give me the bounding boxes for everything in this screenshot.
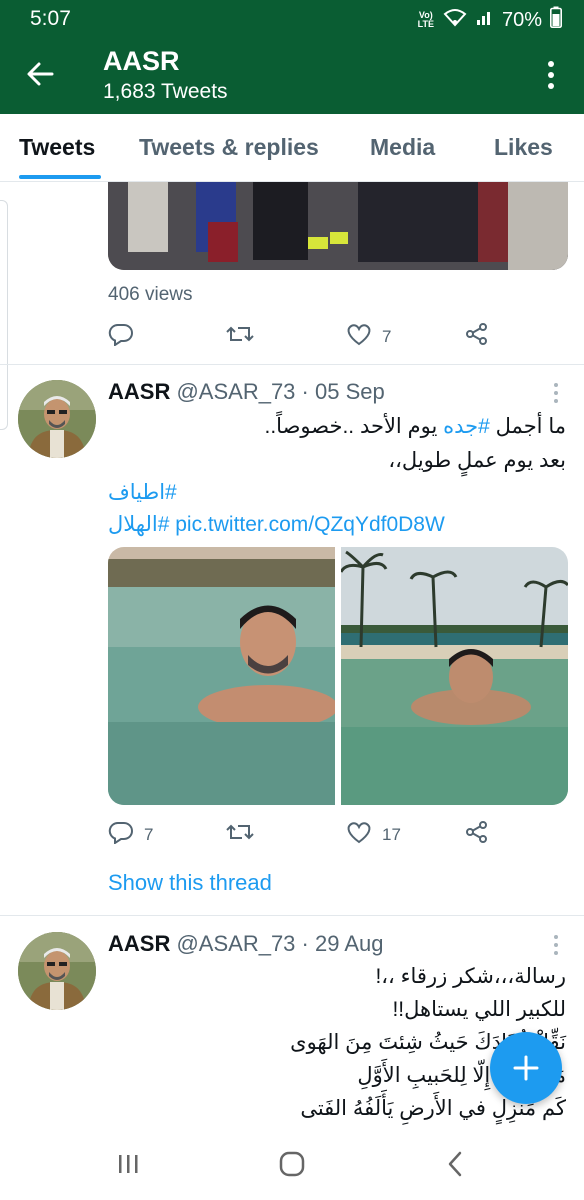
tweet-text-line: #الهلال pic.twitter.com/QZqYdf0D8W: [108, 512, 445, 537]
tweet-text-fragment: يوم الأحد ..خصوصاً..: [264, 415, 444, 438]
tweet-menu-icon[interactable]: [552, 382, 560, 404]
profile-name: AASR: [103, 46, 180, 76]
tweet-text-line: بعد يوم عملٍ طويل،،: [388, 449, 566, 472]
reply-icon: [108, 322, 134, 351]
tab-tweets[interactable]: Tweets: [19, 134, 95, 161]
compose-tweet-button[interactable]: [490, 1032, 562, 1104]
tweet-date[interactable]: · 29 Aug: [302, 931, 384, 956]
lte-indicator: Vo) LTE: [417, 10, 434, 29]
share-icon: [464, 322, 490, 351]
reply-button[interactable]: 7: [108, 820, 153, 849]
tweet-text-line: للكبير اللي يستاهل!!: [392, 998, 566, 1021]
profile-tabs: Tweets Tweets & replies Media Likes: [0, 114, 584, 182]
reply-icon: [108, 820, 134, 849]
signal-icon: [476, 8, 494, 32]
pic-link[interactable]: pic.twitter.com/QZqYdf0D8W: [175, 513, 445, 536]
reply-count: 7: [144, 824, 154, 844]
tweet-feed[interactable]: 406 views 7 AASR @ASAR_73 · 05 Sep ما أج…: [0, 182, 584, 1132]
like-count: 7: [382, 326, 392, 346]
retweet-icon: [226, 820, 254, 849]
active-tab-indicator: [19, 175, 101, 179]
author-handle[interactable]: @ASAR_73: [176, 931, 295, 956]
home-icon[interactable]: [278, 1150, 306, 1183]
back-icon[interactable]: [444, 1150, 466, 1183]
heart-icon: [346, 322, 372, 351]
video-thumbnail[interactable]: [108, 182, 568, 270]
tweet-text-line: ما أجمل #جده يوم الأحد ..خصوصاً..: [265, 414, 567, 439]
tweet-divider: [0, 915, 584, 916]
profile-header: AASR 1,683 Tweets: [0, 36, 584, 114]
author-name[interactable]: AASR: [108, 931, 170, 956]
tab-tweets-replies[interactable]: Tweets & replies: [139, 134, 319, 161]
retweet-button[interactable]: [226, 322, 254, 351]
status-icons: Vo) LTE 70%: [418, 6, 562, 34]
status-time: 5:07: [30, 7, 71, 30]
more-options-icon[interactable]: [546, 58, 556, 92]
tweet-photo-1[interactable]: [108, 547, 335, 805]
view-count: 406 views: [108, 284, 193, 305]
system-navigation-bar: [0, 1132, 584, 1200]
status-bar: 5:07 Vo) LTE 70%: [0, 0, 584, 36]
tweet-header: AASR @ASAR_73 · 05 Sep: [108, 379, 385, 405]
tweet-count: 1,683 Tweets: [103, 80, 228, 103]
tab-media[interactable]: Media: [370, 134, 435, 161]
wifi-icon: [442, 7, 468, 33]
like-count: 17: [382, 824, 401, 844]
hashtag-link[interactable]: #جده: [443, 415, 490, 438]
reply-button[interactable]: [108, 322, 134, 351]
hashtag-link[interactable]: #الهلال: [108, 513, 169, 536]
plus-icon: [510, 1052, 542, 1089]
avatar[interactable]: [18, 932, 96, 1010]
hashtag-link[interactable]: #اطياف: [108, 480, 177, 505]
back-arrow-icon[interactable]: [22, 56, 58, 92]
tweet-actions: 7: [108, 322, 508, 352]
share-icon: [464, 820, 490, 849]
tweet-header: AASR @ASAR_73 · 29 Aug: [108, 931, 384, 957]
recent-apps-icon[interactable]: [116, 1152, 140, 1181]
tab-likes[interactable]: Likes: [494, 134, 553, 161]
heart-icon: [346, 820, 372, 849]
tweet-actions: 7 17: [108, 820, 508, 850]
show-thread-link[interactable]: Show this thread: [108, 870, 272, 896]
tweet-menu-icon[interactable]: [552, 934, 560, 956]
share-button[interactable]: [464, 820, 490, 849]
battery-icon: [550, 6, 562, 34]
tweet-divider: [0, 364, 584, 365]
tweet-text-line: رسالة،،،شكر زرقاء ،،!: [375, 965, 566, 988]
author-handle[interactable]: @ASAR_73: [176, 379, 295, 404]
retweet-icon: [226, 322, 254, 351]
avatar[interactable]: [18, 380, 96, 458]
share-button[interactable]: [464, 322, 490, 351]
battery-percentage: 70%: [501, 8, 542, 31]
author-name[interactable]: AASR: [108, 379, 170, 404]
tweet-photo-2[interactable]: [341, 547, 568, 805]
tweet-date[interactable]: · 05 Sep: [302, 379, 385, 404]
retweet-button[interactable]: [226, 820, 254, 849]
like-button[interactable]: 17: [346, 820, 401, 849]
tweet-text-fragment: ما أجمل: [489, 415, 566, 438]
like-button[interactable]: 7: [346, 322, 391, 351]
